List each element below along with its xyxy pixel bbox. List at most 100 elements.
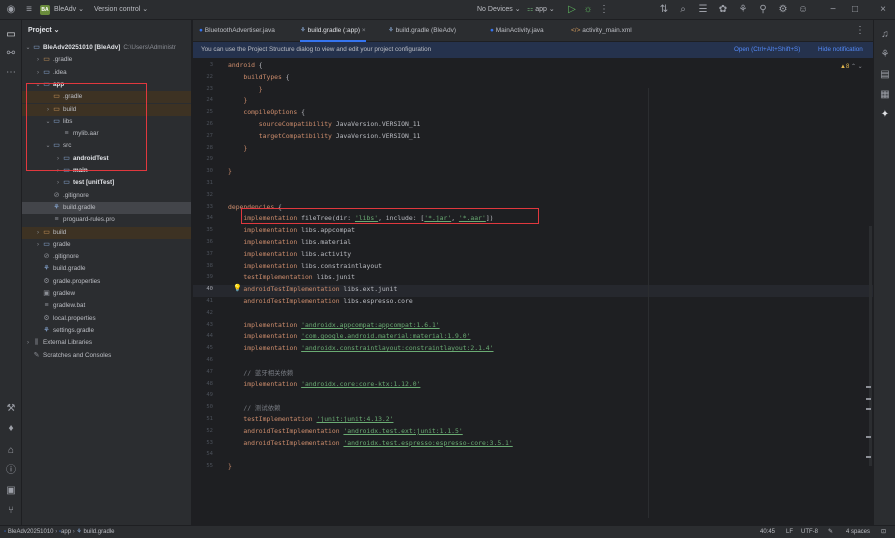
- code-line[interactable]: implementation libs.activity: [228, 250, 351, 258]
- tree-item[interactable]: ⚘ build.gradle: [22, 263, 191, 275]
- code-line[interactable]: testImplementation 'junit:junit:4.13.2': [228, 415, 393, 423]
- code-line[interactable]: implementation libs.material: [228, 238, 351, 246]
- more-actions-icon[interactable]: ⋮: [597, 3, 611, 17]
- code-line[interactable]: sourceCompatibility JavaVersion.VERSION_…: [228, 120, 421, 128]
- problems-icon[interactable]: ⓘ: [4, 464, 18, 478]
- code-line[interactable]: androidTestImplementation 'androidx.test…: [228, 427, 462, 435]
- tree-item[interactable]: › ▭ build: [22, 226, 191, 239]
- file-encoding[interactable]: UTF-8: [801, 526, 818, 538]
- terminal-icon[interactable]: ▣: [4, 484, 18, 498]
- inspection-icon[interactable]: ✎: [828, 526, 833, 538]
- tab-mainactivity[interactable]: ● MainActivity.java: [490, 20, 544, 42]
- tree-item[interactable]: ≡ gradlew.bat: [22, 300, 191, 312]
- tab-activity-main-xml[interactable]: </> activity_main.xml: [571, 20, 632, 42]
- minimize-icon[interactable]: −: [826, 3, 840, 17]
- device-selector[interactable]: No Devices ⌄: [477, 0, 521, 20]
- tree-item[interactable]: › ⫼ External Libraries: [22, 337, 191, 349]
- indent-setting[interactable]: 4 spaces: [846, 526, 870, 538]
- cursor-position[interactable]: 40:45: [760, 526, 775, 538]
- code-line[interactable]: implementation 'com.google.android.mater…: [228, 332, 470, 340]
- project-panel-header[interactable]: Project ⌄: [22, 20, 191, 42]
- close-icon[interactable]: ×: [876, 3, 890, 17]
- tree-item[interactable]: › ▭ gradle: [22, 239, 191, 251]
- code-line[interactable]: androidTestImplementation libs.espresso.…: [228, 297, 412, 305]
- device-file-explorer-icon[interactable]: ▤: [878, 68, 892, 82]
- code-line[interactable]: implementation libs.appcompat: [228, 226, 355, 234]
- account-icon[interactable]: ☺: [796, 3, 810, 17]
- search-icon[interactable]: ⚲: [756, 3, 770, 17]
- lock-icon[interactable]: ⊡: [881, 526, 886, 538]
- gradle-tool-icon[interactable]: ⚘: [878, 48, 892, 62]
- code-line[interactable]: }: [228, 144, 247, 152]
- open-project-structure-link[interactable]: Open (Ctrl+Alt+Shift+S): [734, 42, 800, 58]
- running-devices-icon[interactable]: ▦: [878, 88, 892, 102]
- tree-item[interactable]: ⊘ .gitignore: [22, 251, 191, 263]
- code-line[interactable]: implementation 'androidx.constraintlayou…: [228, 344, 493, 352]
- debug-icon[interactable]: ☼: [581, 3, 595, 17]
- tree-item[interactable]: › ▭ .idea: [22, 67, 191, 79]
- tree-item[interactable]: › ▭ test [unitTest]: [22, 177, 191, 189]
- chevron-right-icon[interactable]: ›: [24, 337, 32, 349]
- line-separator[interactable]: LF: [786, 526, 793, 538]
- sync-gradle-icon[interactable]: ⇅: [657, 3, 671, 17]
- tab-build-gradle-app[interactable]: ⚘ build.gradle (:app) ×: [300, 20, 366, 42]
- tab-bluetoothadvertiser[interactable]: ● BluetoothAdvertiser.java: [199, 20, 275, 42]
- sdk-manager-icon[interactable]: ☰: [696, 3, 710, 17]
- code-line[interactable]: androidTestImplementation libs.ext.junit: [228, 285, 397, 293]
- hide-notification-link[interactable]: Hide notification: [818, 42, 863, 58]
- tree-item[interactable]: ⚙ gradle.properties: [22, 276, 191, 288]
- tree-item[interactable]: ⚘ settings.gradle: [22, 325, 191, 337]
- breadcrumb[interactable]: ▫ BleAdv20251010 › ▫app › ⚘ build.gradle: [4, 526, 114, 538]
- project-tool-icon[interactable]: ▭: [4, 28, 18, 42]
- app-inspection-icon[interactable]: ⌂: [4, 444, 18, 458]
- main-menu-icon[interactable]: ≡: [22, 3, 36, 17]
- code-line[interactable]: }: [228, 96, 247, 104]
- tree-item[interactable]: ▣ gradlew: [22, 288, 191, 300]
- run-config-selector[interactable]: ⚏ app ⌄: [527, 0, 555, 20]
- code-editor[interactable]: 3 22 23 24 25 26 27 28 29 30 31 32 33 34 35 36 37 38 39 40 4…: [193, 58, 873, 525]
- code-line[interactable]: }: [228, 85, 263, 93]
- project-selector[interactable]: BleAdv ⌄: [54, 0, 84, 20]
- code-line[interactable]: implementation 'androidx.core:core-ktx:1…: [228, 380, 420, 388]
- code-line[interactable]: testImplementation libs.junit: [228, 273, 355, 281]
- tree-item[interactable]: ⌄ ▭ BleAdv20251010 [BleAdv] C:\Users\Admini…: [22, 42, 191, 54]
- maximize-icon[interactable]: □: [848, 3, 862, 17]
- gradle-icon[interactable]: ⚘: [736, 3, 750, 17]
- logcat-icon[interactable]: ♦: [4, 422, 18, 436]
- profiler-icon[interactable]: ✿: [716, 3, 730, 17]
- device-manager-icon[interactable]: ⌕: [676, 3, 690, 17]
- chevron-right-icon[interactable]: ›: [34, 239, 42, 251]
- version-control-icon[interactable]: ⑂: [4, 504, 18, 518]
- tree-item[interactable]: ⊘ .gitignore: [22, 190, 191, 202]
- tab-build-gradle-bleadv[interactable]: ⚘ build.gradle (BleAdv): [388, 20, 456, 42]
- chevron-right-icon[interactable]: ›: [54, 177, 62, 189]
- run-icon[interactable]: ▷: [565, 3, 579, 17]
- editor-scrollbar[interactable]: [869, 226, 872, 466]
- code-line[interactable]: android {: [228, 61, 263, 69]
- tree-item[interactable]: ≡ proguard-rules.pro: [22, 214, 191, 226]
- tab-options-icon[interactable]: ⋮: [853, 24, 867, 38]
- gemini-icon[interactable]: ✦: [878, 108, 892, 122]
- code-line[interactable]: androidTestImplementation 'androidx.test…: [228, 439, 512, 447]
- chevron-right-icon[interactable]: ›: [34, 227, 42, 239]
- version-control-menu[interactable]: Version control ⌄: [94, 0, 148, 20]
- code-line[interactable]: }: [228, 167, 232, 175]
- tree-item[interactable]: ⚘ build.gradle: [22, 201, 191, 215]
- more-tools-icon[interactable]: ⋯: [4, 66, 18, 80]
- tree-item[interactable]: ✎ Scratches and Consoles: [22, 350, 191, 362]
- code-line[interactable]: buildTypes {: [228, 73, 289, 81]
- warnings-indicator[interactable]: ▲8 ⌃ ⌄: [840, 63, 863, 70]
- code-line[interactable]: // 蓝牙相关依赖: [228, 368, 293, 377]
- code-line[interactable]: compileOptions {: [228, 108, 305, 116]
- tree-item[interactable]: › ▭ .gradle: [22, 54, 191, 66]
- notifications-icon[interactable]: ♫: [878, 28, 892, 42]
- code-line[interactable]: }: [228, 462, 232, 470]
- tree-item[interactable]: ⚙ local.properties: [22, 313, 191, 325]
- code-line[interactable]: implementation libs.constraintlayout: [228, 262, 382, 270]
- code-line[interactable]: implementation 'androidx.appcompat:appco…: [228, 321, 439, 329]
- build-tool-icon[interactable]: ⚒: [4, 402, 18, 416]
- lightbulb-icon[interactable]: 💡: [233, 284, 242, 292]
- chevron-down-icon[interactable]: ⌄: [24, 42, 32, 54]
- code-line[interactable]: targetCompatibility JavaVersion.VERSION_…: [228, 132, 421, 140]
- commit-tool-icon[interactable]: ⚯: [4, 47, 18, 61]
